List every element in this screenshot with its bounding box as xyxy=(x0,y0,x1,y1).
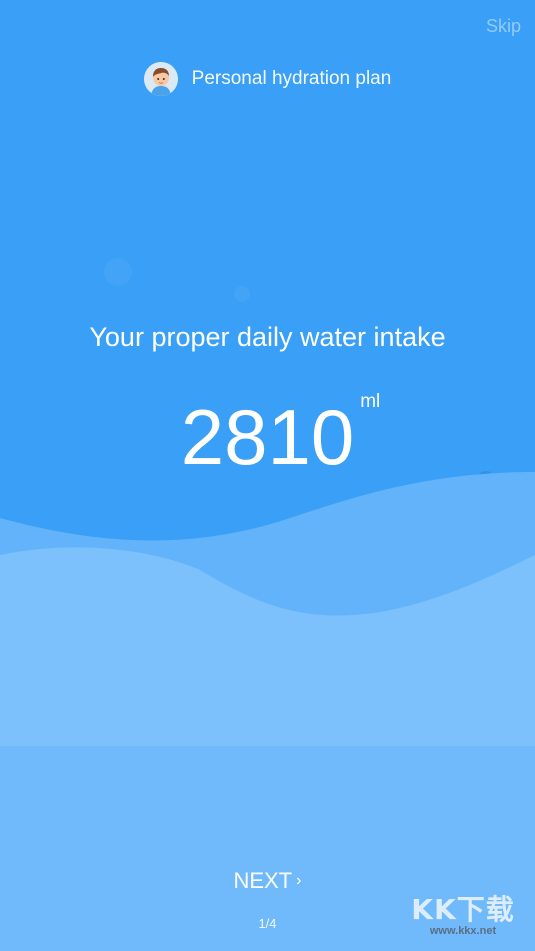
bubble xyxy=(104,258,132,286)
watermark-logo-text: KK下载 xyxy=(411,893,515,926)
plan-header: Personal hydration plan xyxy=(0,62,535,96)
intake-value: 2810 xyxy=(180,393,355,481)
intake-amount: 2810 ml xyxy=(0,392,535,476)
watermark-url: www.kkx.net xyxy=(429,925,497,937)
chevron-right-icon: › xyxy=(296,872,302,889)
boy-avatar-icon xyxy=(143,62,178,96)
intake-headline: Your proper daily water intake xyxy=(89,322,446,352)
next-label: NEXT xyxy=(233,868,293,893)
next-button[interactable]: NEXT › xyxy=(0,868,535,894)
skip-button[interactable]: Skip xyxy=(486,16,521,37)
watermark-logo: KK下载 www.kkx.net xyxy=(403,895,523,945)
plan-title: Personal hydration plan xyxy=(191,68,392,89)
onboarding-screen: Skip Personal hydration plan Your proper… xyxy=(0,0,535,951)
bubble xyxy=(234,286,250,302)
intake-value-wrap: 2810 ml xyxy=(181,392,381,476)
intake-unit: ml xyxy=(360,391,381,412)
